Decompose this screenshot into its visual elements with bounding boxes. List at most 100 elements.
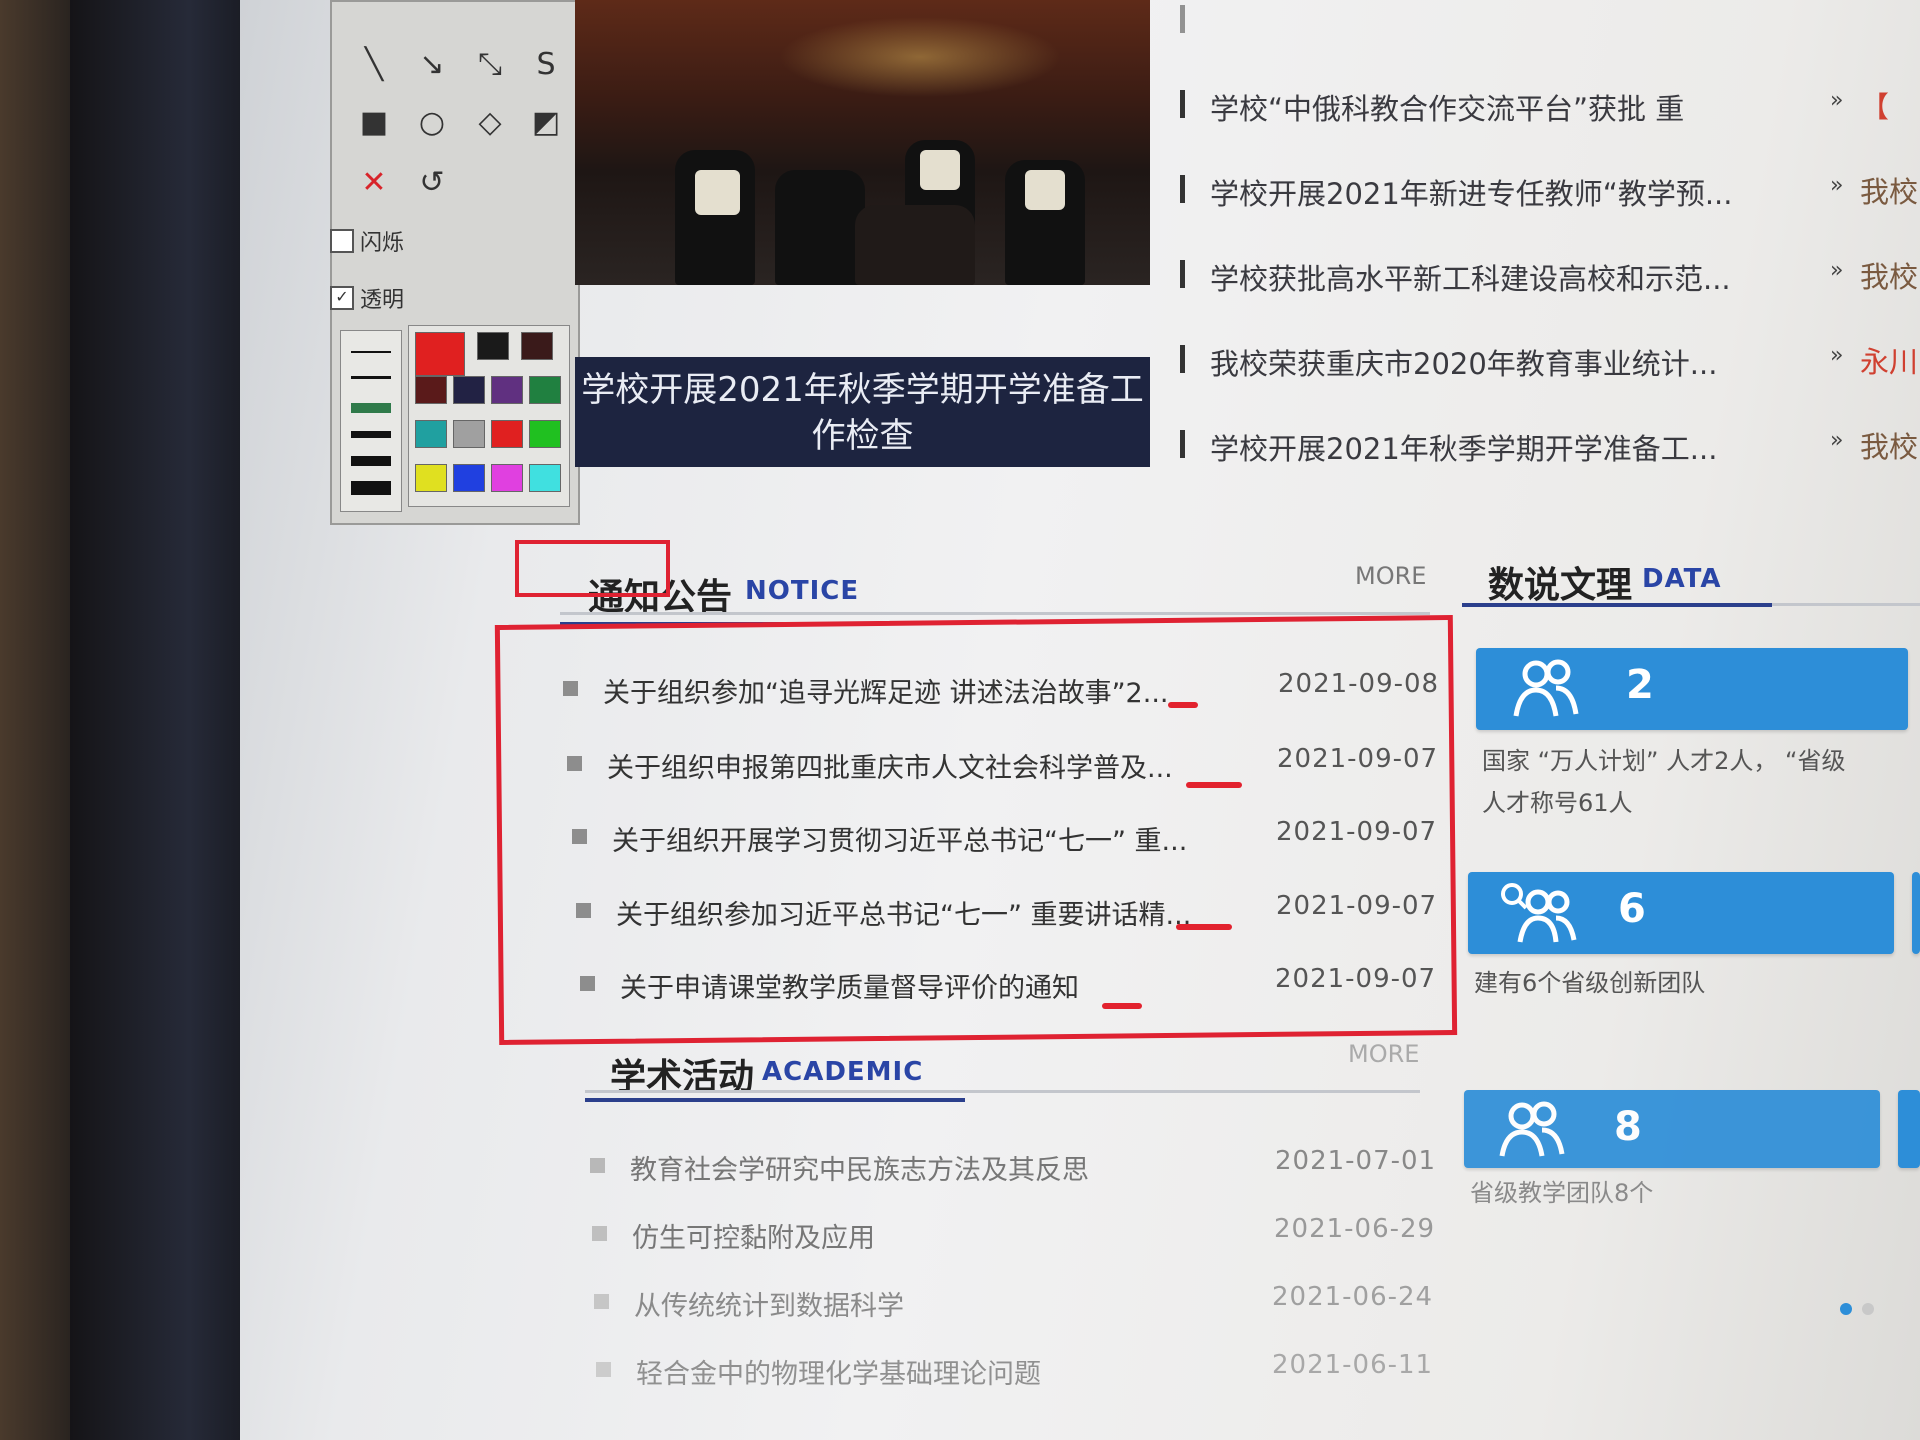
- bullet-square: [596, 1362, 611, 1377]
- color-swatch[interactable]: [415, 464, 447, 492]
- data-card-desc-line: 省级教学团队8个: [1470, 1179, 1654, 1207]
- team-search-icon: [1501, 883, 1577, 943]
- headline-title[interactable]: 学校获批高水平新工科建设高校和示范...: [1210, 256, 1731, 298]
- line-tool-icon[interactable]: ╲: [352, 42, 396, 86]
- bullet-bar: [1180, 175, 1185, 203]
- annotation-underline: [1186, 782, 1242, 788]
- bullet-bar: [1180, 430, 1185, 458]
- color-swatch[interactable]: [453, 376, 485, 404]
- transparent-checkbox[interactable]: ✓ 透明: [330, 282, 404, 314]
- bullet-square: [590, 1158, 605, 1173]
- line-width-picker[interactable]: [340, 330, 402, 512]
- people-icon: [1499, 1101, 1565, 1157]
- data-card-desc-line: 国家 “万人计划” 人才2人， “省级: [1482, 747, 1846, 775]
- color-swatch[interactable]: [491, 376, 523, 404]
- color-swatch[interactable]: [453, 464, 485, 492]
- academic-item-date: 2021-06-29: [1274, 1214, 1436, 1244]
- people-icon: [1513, 659, 1579, 717]
- line-width-option[interactable]: [351, 456, 391, 466]
- headline-item[interactable]: 我校荣获重庆市2020年教育事业统计... » 永川: [1180, 335, 1920, 385]
- bullet-bar: [1180, 345, 1185, 373]
- double-arrow-tool-icon[interactable]: ⤡: [468, 42, 512, 86]
- bullet-square: [592, 1226, 607, 1241]
- news-photo[interactable]: [575, 0, 1150, 285]
- color-swatch[interactable]: [415, 376, 447, 404]
- carousel-dots[interactable]: [1840, 1300, 1884, 1319]
- double-arrow-icon: »: [1830, 173, 1844, 198]
- color-swatch[interactable]: [529, 464, 561, 492]
- line-width-option[interactable]: [351, 431, 391, 438]
- bullet-square: [594, 1294, 609, 1309]
- active-color-swatch: [415, 332, 465, 376]
- flash-checkbox[interactable]: 闪烁: [330, 225, 404, 257]
- data-card-partial[interactable]: [1912, 872, 1920, 954]
- academic-item-title[interactable]: 仿生可控黏附及应用: [632, 1216, 875, 1255]
- color-swatch[interactable]: [491, 420, 523, 448]
- line-width-option-selected[interactable]: [351, 403, 391, 413]
- headline-tag: 我校: [1860, 175, 1919, 209]
- data-card-talent[interactable]: 2: [1476, 648, 1908, 730]
- color-swatch[interactable]: [529, 420, 561, 448]
- data-card-number: 6: [1618, 886, 1646, 932]
- monitor-bezel: [70, 0, 240, 1440]
- ellipse-tool-icon[interactable]: ○: [410, 100, 454, 144]
- headline-item[interactable]: 学校获批高水平新工科建设高校和示范... » 我校: [1180, 250, 1920, 300]
- rectangle-tool-icon[interactable]: ■: [352, 100, 396, 144]
- color-swatch[interactable]: [477, 332, 509, 360]
- bullet-bar: [1180, 260, 1185, 288]
- line-width-option[interactable]: [351, 481, 391, 495]
- line-width-option[interactable]: [351, 376, 391, 379]
- line-width-option[interactable]: [351, 351, 391, 353]
- data-card-number: 2: [1626, 662, 1654, 708]
- arrow-tool-icon[interactable]: ↘: [410, 42, 454, 86]
- freehand-tool-icon[interactable]: S: [524, 42, 568, 86]
- headline-tag: 我校: [1860, 260, 1919, 294]
- color-swatch[interactable]: [415, 420, 447, 448]
- academic-item-date: 2021-07-01: [1275, 1146, 1437, 1176]
- data-card-desc-line: 人才称号61人: [1482, 789, 1633, 817]
- headline-item[interactable]: 学校“中俄科教合作交流平台”获批 重 » 【: [1180, 80, 1920, 130]
- data-card-desc: 省级教学团队8个: [1470, 1172, 1653, 1214]
- headline-item[interactable]: 学校开展2021年新进专任教师“教学预... » 我校: [1180, 165, 1920, 215]
- academic-item-date: 2021-06-11: [1272, 1350, 1434, 1380]
- annotation-underline: [1176, 924, 1232, 930]
- hero-caption[interactable]: 学校开展2021年秋季学期开学准备工作检查: [575, 357, 1150, 467]
- carousel-dot-active[interactable]: [1840, 1303, 1852, 1315]
- color-swatch[interactable]: [453, 420, 485, 448]
- academic-item-title[interactable]: 教育社会学研究中民族志方法及其反思: [630, 1148, 1089, 1187]
- color-swatch[interactable]: [521, 332, 553, 360]
- notice-more-link[interactable]: MORE: [1355, 562, 1426, 590]
- annotation-underline: [1102, 1003, 1142, 1009]
- data-card-teaching-team[interactable]: 8: [1464, 1090, 1880, 1168]
- polygon-tool-icon[interactable]: ◇: [468, 100, 512, 144]
- carousel-dot[interactable]: [1862, 1303, 1874, 1315]
- color-swatch[interactable]: [529, 376, 561, 404]
- color-palette: [408, 325, 570, 507]
- data-card-partial[interactable]: [1898, 1090, 1920, 1168]
- data-divider-accent: [1462, 603, 1772, 607]
- headline-title[interactable]: 学校“中俄科教合作交流平台”获批 重: [1210, 86, 1684, 128]
- academic-more-link[interactable]: MORE: [1348, 1040, 1419, 1068]
- data-card-desc: 国家 “万人计划” 人才2人， “省级 人才称号61人: [1482, 740, 1845, 824]
- academic-item-title[interactable]: 轻合金中的物理化学基础理论问题: [636, 1352, 1041, 1391]
- transparent-checkbox-box[interactable]: ✓: [330, 286, 354, 310]
- data-card-innovation-team[interactable]: 6: [1468, 872, 1894, 954]
- data-card-number: 8: [1614, 1104, 1642, 1150]
- headline-item-faded[interactable]: [1180, 0, 1920, 45]
- fill-tool-icon[interactable]: ◩: [524, 100, 568, 144]
- annotation-underline: [1168, 702, 1198, 708]
- headline-title[interactable]: 我校荣获重庆市2020年教育事业统计...: [1210, 341, 1717, 383]
- double-arrow-icon: »: [1830, 428, 1844, 453]
- color-swatch[interactable]: [491, 464, 523, 492]
- notice-divider: [560, 612, 1430, 615]
- headline-title[interactable]: 学校开展2021年新进专任教师“教学预...: [1210, 171, 1732, 213]
- headline-title[interactable]: 学校开展2021年秋季学期开学准备工...: [1210, 426, 1717, 468]
- headline-tag: 【: [1860, 90, 1890, 124]
- headline-item[interactable]: 学校开展2021年秋季学期开学准备工... » 我校: [1180, 420, 1920, 470]
- notice-title-en: NOTICE: [745, 576, 860, 606]
- academic-item-title[interactable]: 从传统统计到数据科学: [634, 1284, 904, 1323]
- delete-icon[interactable]: ✕: [352, 160, 396, 204]
- transparent-label: 透明: [360, 288, 405, 313]
- undo-icon[interactable]: ↺: [410, 160, 454, 204]
- flash-checkbox-box[interactable]: [330, 229, 354, 253]
